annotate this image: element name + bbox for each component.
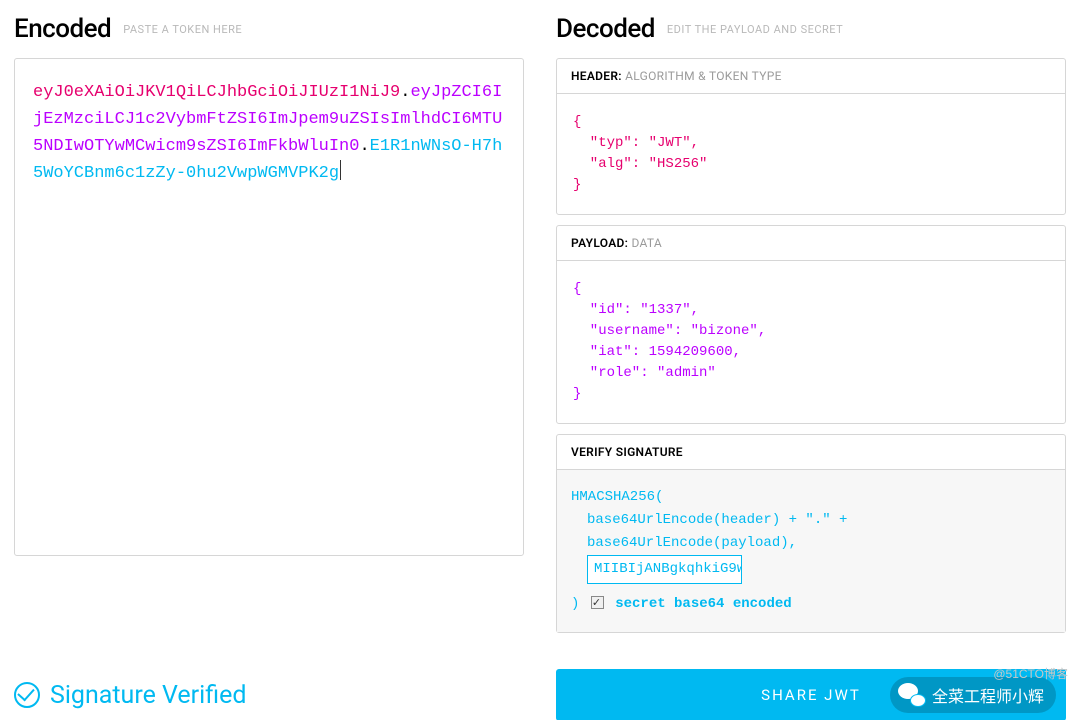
token-dot: . [400, 83, 410, 102]
verify-close-paren: ) secret base64 encoded [571, 596, 792, 612]
payload-code-editor[interactable]: { "id": "1337", "username": "bizone", "i… [557, 261, 1065, 423]
main-columns: Encoded PASTE A TOKEN HERE eyJ0eXAiOiJKV… [0, 0, 1080, 647]
wechat-overlay: 全菜工程师小辉 [890, 677, 1056, 713]
verify-box: VERIFY SIGNATURE HMACSHA256( base64UrlEn… [556, 434, 1066, 633]
payload-box: PAYLOAD: DATA { "id": "1337", "username"… [556, 225, 1066, 424]
decoded-column: Decoded EDIT THE PAYLOAD AND SECRET HEAD… [556, 14, 1066, 633]
secret-base64-label: secret base64 encoded [615, 596, 791, 612]
signature-status-text: Signature Verified [50, 681, 246, 710]
encoded-subtitle: PASTE A TOKEN HERE [123, 23, 242, 36]
verify-code: HMACSHA256( base64UrlEncode(header) + ".… [557, 470, 1065, 632]
header-label: HEADER: ALGORITHM & TOKEN TYPE [557, 59, 1065, 94]
text-cursor [340, 160, 341, 180]
share-jwt-button[interactable]: SHARE JWT 全菜工程师小辉 [556, 669, 1066, 720]
header-label-strong: HEADER: [571, 69, 622, 83]
secret-input[interactable]: MIIBIjANBgkqhkiG9w0BA [587, 555, 742, 584]
wechat-icon [898, 683, 926, 707]
encoded-title: Encoded PASTE A TOKEN HERE [14, 14, 524, 44]
verify-line-3: base64UrlEncode(payload), [571, 532, 1051, 555]
share-jwt-label: SHARE JWT [761, 686, 861, 704]
decoded-subtitle: EDIT THE PAYLOAD AND SECRET [667, 23, 843, 36]
verify-label: VERIFY SIGNATURE [557, 435, 1065, 470]
payload-label: PAYLOAD: DATA [557, 226, 1065, 261]
encoded-title-text: Encoded [14, 14, 111, 44]
encoded-token-input[interactable]: eyJ0eXAiOiJKV1QiLCJhbGciOiJIUzI1NiJ9.eyJ… [14, 58, 524, 556]
token-header-segment: eyJ0eXAiOiJKV1QiLCJhbGciOiJIUzI1NiJ9 [33, 83, 400, 102]
watermark-text: @51CTO博客 [993, 665, 1068, 682]
payload-label-strong: PAYLOAD: [571, 236, 628, 250]
encoded-column: Encoded PASTE A TOKEN HERE eyJ0eXAiOiJKV… [14, 14, 524, 633]
signature-status: Signature Verified [14, 681, 524, 710]
token-dot: . [359, 137, 369, 156]
payload-label-light: DATA [631, 236, 662, 250]
verify-line-2: base64UrlEncode(header) + "." + [571, 509, 1051, 532]
verify-label-strong: VERIFY SIGNATURE [571, 445, 683, 459]
footer-row: Signature Verified SHARE JWT 全菜工程师小辉 [0, 669, 1080, 720]
secret-base64-checkbox[interactable] [591, 596, 604, 609]
wechat-account-name: 全菜工程师小辉 [932, 683, 1044, 707]
header-code-editor[interactable]: { "typ": "JWT", "alg": "HS256" } [557, 94, 1065, 214]
decoded-title-text: Decoded [556, 14, 655, 44]
verify-line-1: HMACSHA256( [571, 489, 663, 505]
header-box: HEADER: ALGORITHM & TOKEN TYPE { "typ": … [556, 58, 1066, 215]
decoded-title: Decoded EDIT THE PAYLOAD AND SECRET [556, 14, 1066, 44]
header-label-light: ALGORITHM & TOKEN TYPE [625, 69, 782, 83]
